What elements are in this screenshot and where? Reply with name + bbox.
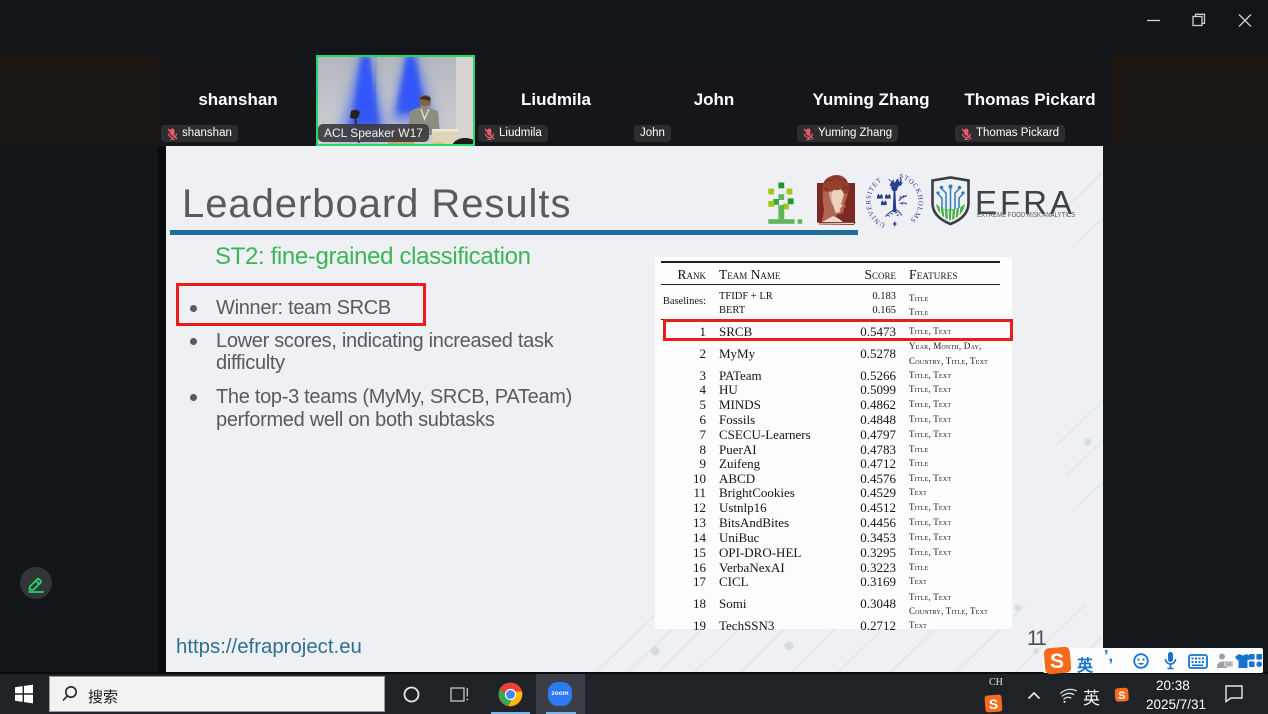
- svg-text:34: 34: [1225, 662, 1231, 668]
- svg-text:S: S: [1118, 690, 1125, 702]
- svg-text:S: S: [1050, 650, 1064, 673]
- svg-text:STOCKHOLMS: STOCKHOLMS: [898, 173, 923, 225]
- svg-text:S: S: [989, 696, 998, 712]
